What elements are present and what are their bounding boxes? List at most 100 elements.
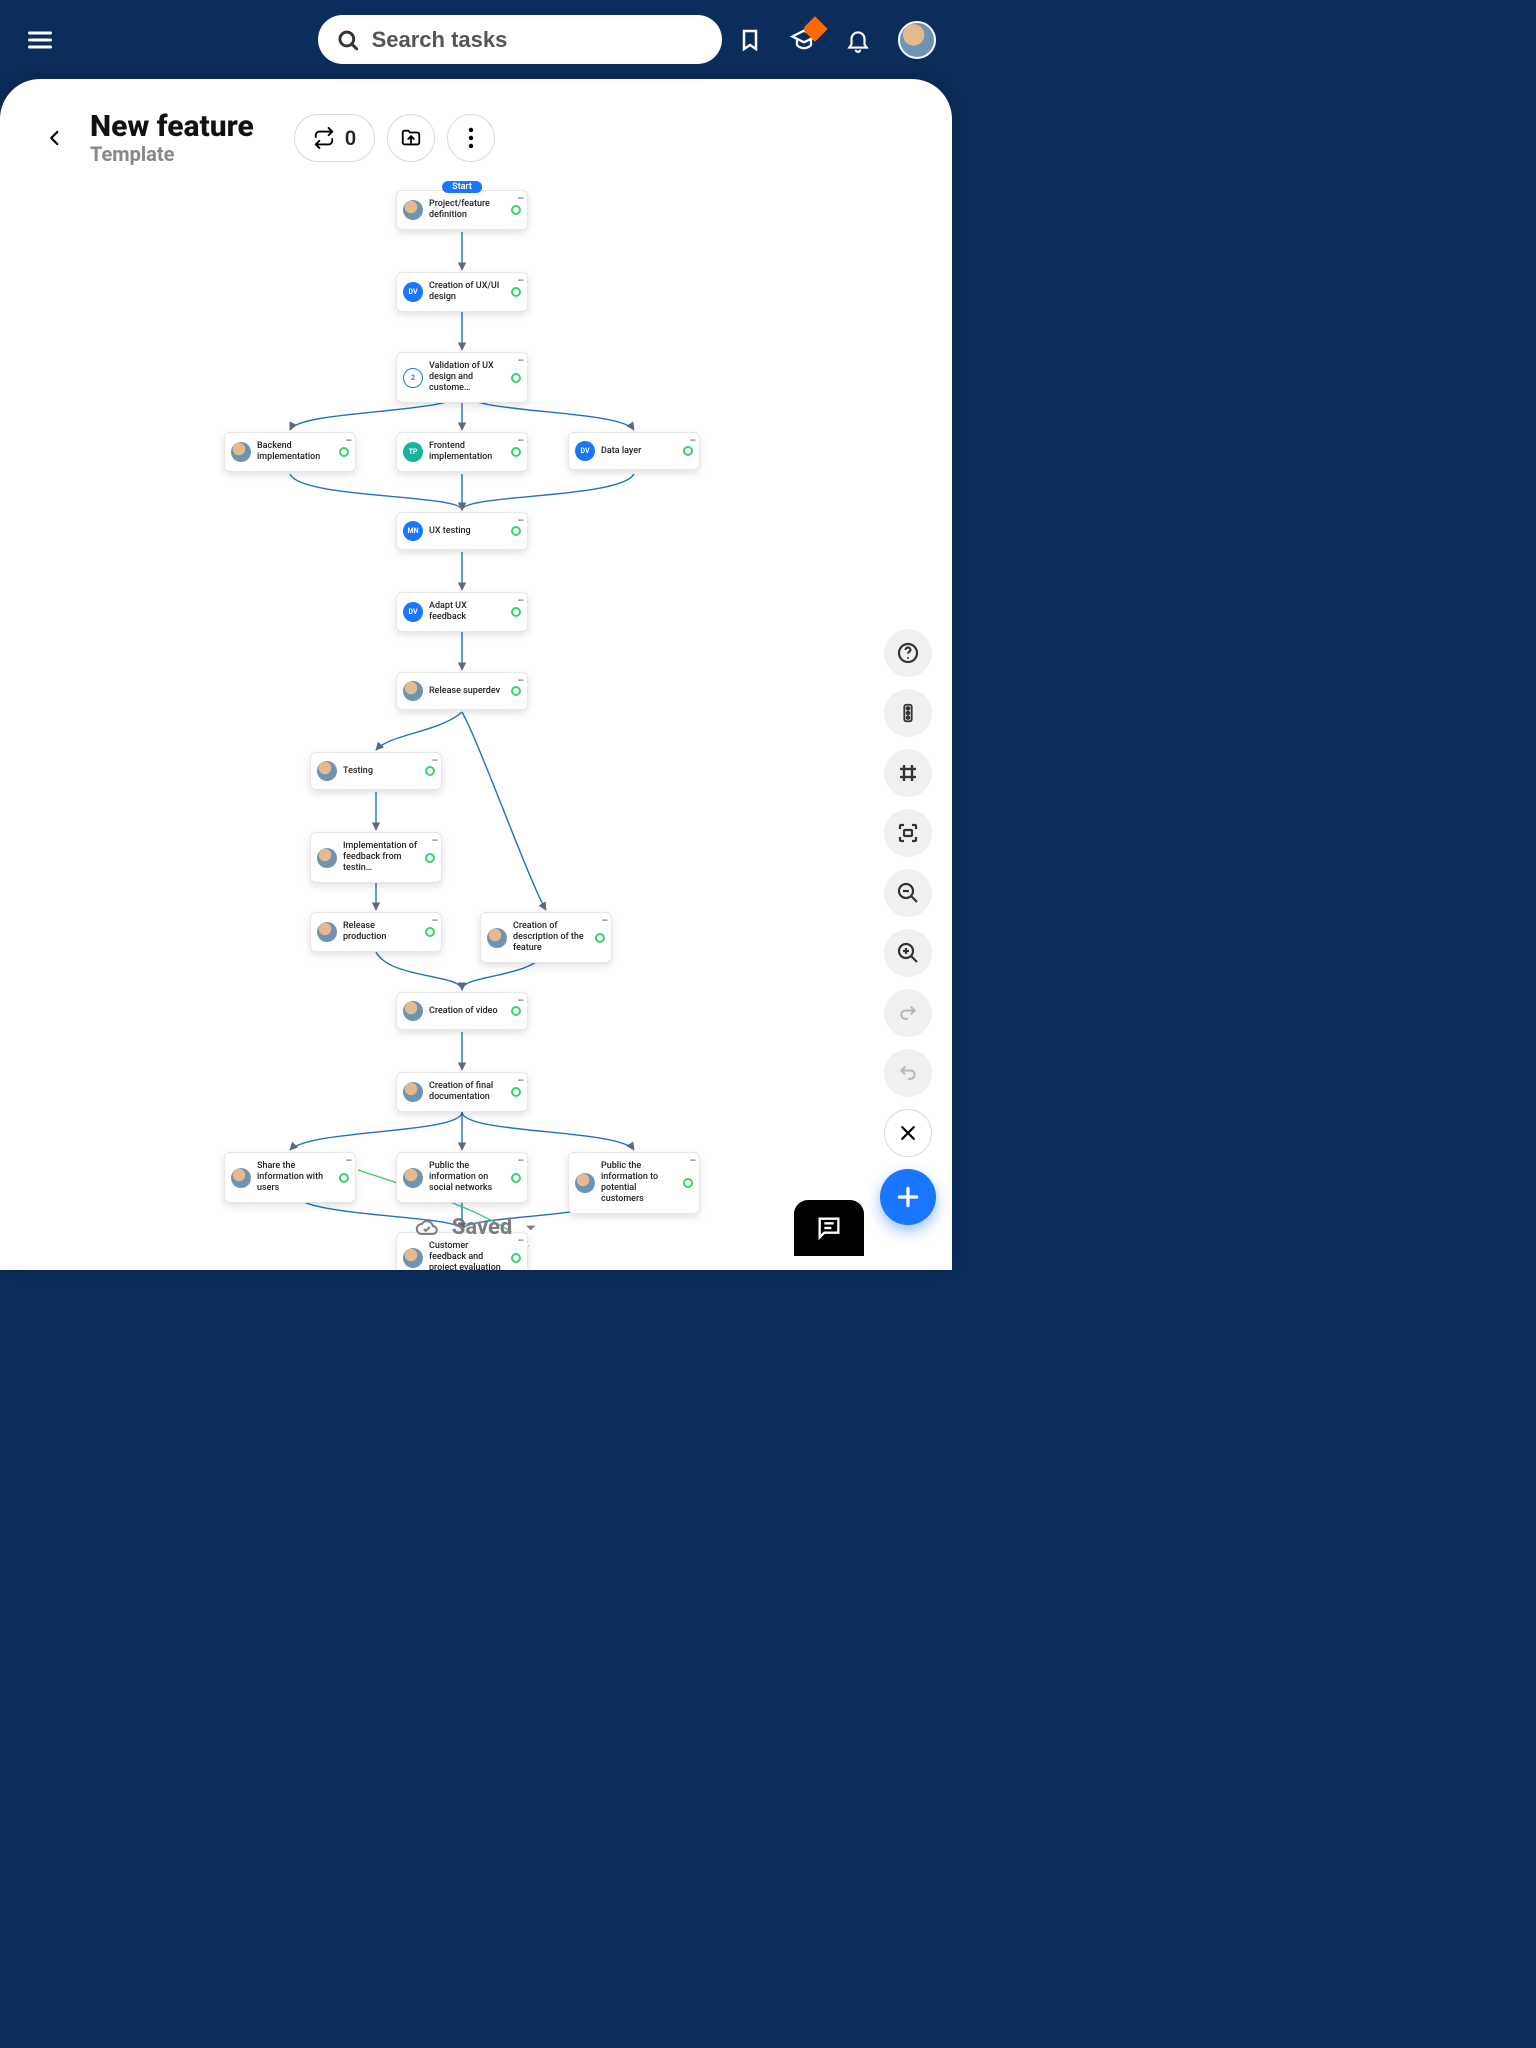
node-menu-icon[interactable]: ••• bbox=[432, 916, 437, 925]
bell-icon bbox=[845, 26, 871, 54]
node-avatar bbox=[231, 1168, 251, 1188]
node-avatar bbox=[317, 761, 337, 781]
node-menu-icon[interactable]: ••• bbox=[602, 916, 607, 925]
chat-icon bbox=[815, 1214, 843, 1242]
node-validation[interactable]: ••• 2 Validation of UX design and custom… bbox=[396, 352, 528, 403]
node-status-icon bbox=[511, 686, 521, 696]
search-input[interactable] bbox=[370, 26, 704, 54]
search-icon bbox=[336, 27, 360, 53]
node-label: Data layer bbox=[601, 446, 677, 457]
node-frontend[interactable]: ••• TP Frontend implementation bbox=[396, 432, 528, 472]
node-final-docs[interactable]: ••• Creation of final documentation bbox=[396, 1072, 528, 1112]
node-menu-icon[interactable]: ••• bbox=[518, 436, 523, 445]
repeat-icon bbox=[313, 127, 335, 149]
node-description[interactable]: ••• Creation of description of the featu… bbox=[480, 912, 612, 963]
node-avatar bbox=[403, 681, 423, 701]
chevron-left-icon bbox=[46, 125, 64, 151]
node-label: Customer feedback and project evaluation bbox=[429, 1241, 505, 1270]
node-menu-icon[interactable]: ••• bbox=[432, 756, 437, 765]
node-status-icon bbox=[511, 447, 521, 457]
add-node-fab[interactable] bbox=[880, 1169, 936, 1225]
zoom-in-button[interactable] bbox=[884, 929, 932, 977]
flow-canvas[interactable]: Start ••• Project/feature definition •••… bbox=[0, 184, 952, 1270]
node-status-icon bbox=[425, 927, 435, 937]
more-button[interactable] bbox=[447, 114, 495, 162]
node-avatar: DV bbox=[403, 282, 423, 302]
node-menu-icon[interactable]: ••• bbox=[518, 516, 523, 525]
node-share-customers[interactable]: ••• Public the information to potential … bbox=[568, 1152, 700, 1214]
node-label: Release production bbox=[343, 921, 419, 943]
node-menu-icon[interactable]: ••• bbox=[518, 676, 523, 685]
profile-avatar[interactable] bbox=[898, 21, 936, 59]
node-share-social[interactable]: ••• Public the information on social net… bbox=[396, 1152, 528, 1203]
search-field[interactable] bbox=[318, 15, 722, 64]
node-menu-icon[interactable]: ••• bbox=[690, 436, 695, 445]
node-menu-icon[interactable]: ••• bbox=[690, 1156, 695, 1165]
page-title: New feature bbox=[90, 109, 254, 144]
node-label: Share the information with users bbox=[257, 1161, 333, 1194]
node-avatar-count: 2 bbox=[403, 368, 423, 388]
help-button[interactable] bbox=[884, 629, 932, 677]
undo-icon bbox=[895, 1063, 921, 1083]
node-status-icon bbox=[511, 205, 521, 215]
node-status-icon bbox=[339, 1173, 349, 1183]
node-menu-icon[interactable]: ••• bbox=[518, 1076, 523, 1085]
close-tools-button[interactable] bbox=[884, 1109, 932, 1157]
menu-button[interactable] bbox=[16, 26, 64, 54]
node-impl-feedback[interactable]: ••• Implementation of feedback from test… bbox=[310, 832, 442, 883]
node-menu-icon[interactable]: ••• bbox=[518, 276, 523, 285]
node-backend[interactable]: ••• Backend implementation bbox=[224, 432, 356, 472]
node-avatar bbox=[403, 1168, 423, 1188]
cloud-check-icon bbox=[412, 1216, 442, 1240]
fit-button[interactable] bbox=[884, 809, 932, 857]
saved-label: Saved bbox=[452, 1215, 512, 1240]
node-adapt-feedback[interactable]: ••• DV Adapt UX feedback bbox=[396, 592, 528, 632]
node-menu-icon[interactable]: ••• bbox=[518, 1156, 523, 1165]
node-ux-testing[interactable]: ••• MN UX testing bbox=[396, 512, 528, 550]
export-button[interactable] bbox=[387, 114, 435, 162]
fit-screen-icon bbox=[896, 821, 920, 845]
node-avatar: DV bbox=[403, 602, 423, 622]
repeat-count-button[interactable]: 0 bbox=[294, 114, 375, 162]
node-data-layer[interactable]: ••• DV Data layer bbox=[568, 432, 700, 470]
zoom-out-button[interactable] bbox=[884, 869, 932, 917]
node-label: Implementation of feedback from testin… bbox=[343, 841, 419, 874]
node-avatar: MN bbox=[403, 521, 423, 541]
academy-button[interactable] bbox=[790, 26, 818, 54]
node-testing[interactable]: ••• Testing bbox=[310, 752, 442, 790]
title-block: New feature Template bbox=[90, 109, 254, 166]
back-button[interactable] bbox=[40, 125, 70, 151]
node-status-icon bbox=[511, 607, 521, 617]
node-menu-icon[interactable]: ••• bbox=[518, 194, 523, 203]
node-share-users[interactable]: ••• Share the information with users bbox=[224, 1152, 356, 1203]
traffic-button[interactable] bbox=[884, 689, 932, 737]
node-avatar bbox=[231, 442, 251, 462]
bookmarks-button[interactable] bbox=[736, 26, 764, 54]
node-menu-icon[interactable]: ••• bbox=[518, 356, 523, 365]
node-label: UX testing bbox=[429, 526, 505, 537]
chat-button[interactable] bbox=[794, 1200, 864, 1256]
node-status-icon bbox=[595, 933, 605, 943]
node-label: Testing bbox=[343, 766, 419, 777]
node-project-definition[interactable]: Start ••• Project/feature definition bbox=[396, 190, 528, 230]
undo-button[interactable] bbox=[884, 1049, 932, 1097]
node-release-production[interactable]: ••• Release production bbox=[310, 912, 442, 952]
saved-indicator: Saved bbox=[412, 1215, 540, 1240]
node-release-superdev[interactable]: ••• Release superdev bbox=[396, 672, 528, 710]
node-video[interactable]: ••• Creation of video bbox=[396, 992, 528, 1030]
more-vertical-icon bbox=[468, 127, 474, 149]
node-avatar bbox=[403, 1082, 423, 1102]
node-label: Project/feature definition bbox=[429, 199, 505, 221]
repeat-count: 0 bbox=[345, 126, 356, 150]
node-menu-icon[interactable]: ••• bbox=[518, 996, 523, 1005]
notifications-button[interactable] bbox=[844, 26, 872, 54]
node-menu-icon[interactable]: ••• bbox=[346, 1156, 351, 1165]
redo-button[interactable] bbox=[884, 989, 932, 1037]
chevron-down-icon[interactable] bbox=[522, 1221, 540, 1235]
node-status-icon bbox=[425, 853, 435, 863]
node-ux-ui-design[interactable]: ••• DV Creation of UX/UI design bbox=[396, 272, 528, 312]
node-menu-icon[interactable]: ••• bbox=[518, 596, 523, 605]
node-menu-icon[interactable]: ••• bbox=[432, 836, 437, 845]
node-menu-icon[interactable]: ••• bbox=[346, 436, 351, 445]
grid-button[interactable] bbox=[884, 749, 932, 797]
